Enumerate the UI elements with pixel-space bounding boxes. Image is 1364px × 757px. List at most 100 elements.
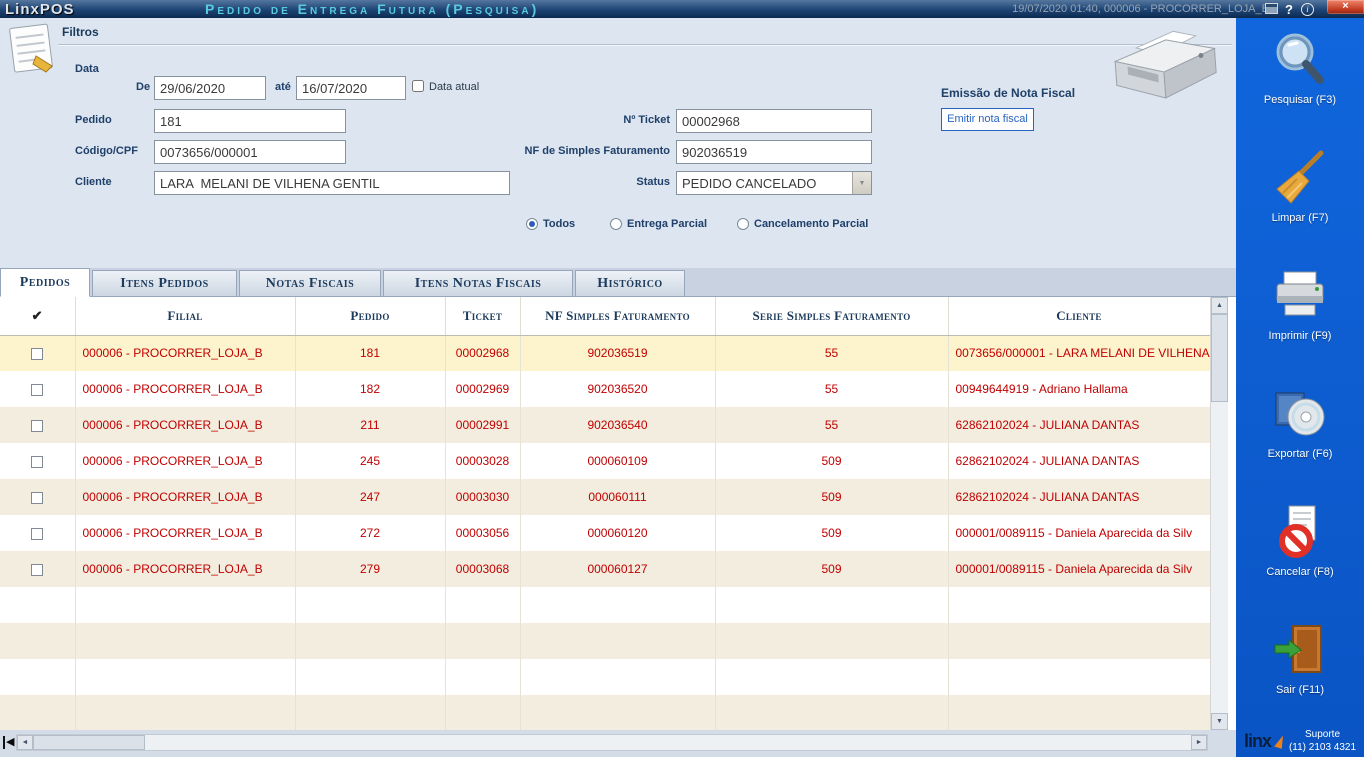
tab-pedidos[interactable]: Pedidos — [0, 268, 90, 297]
cell-cliente: 62862102024 - JULIANA DANTAS — [948, 407, 1210, 443]
row-checkbox[interactable] — [31, 348, 43, 360]
row-checkbox[interactable] — [31, 384, 43, 396]
date-to-input[interactable] — [296, 76, 406, 100]
cell-pedido: 211 — [295, 407, 445, 443]
search-icon — [1271, 31, 1329, 89]
pedido-input[interactable] — [154, 109, 346, 133]
radio-cancelamento-parcial[interactable] — [737, 218, 749, 230]
action-sidebar: Pesquisar (F3) Limpar (F7) Imprimir (F9) — [1236, 18, 1364, 757]
pesquisar-button[interactable]: Pesquisar (F3) — [1236, 18, 1364, 136]
cell-nf — [520, 695, 715, 730]
cell-pedido: 245 — [295, 443, 445, 479]
data-label: Data — [75, 63, 99, 75]
radio-cancelamento-parcial-label: Cancelamento Parcial — [754, 218, 868, 230]
vertical-scrollbar[interactable]: ▲ ▼ — [1210, 297, 1228, 730]
row-checkbox[interactable] — [31, 528, 43, 540]
cell-pedido — [295, 587, 445, 623]
vertical-scrollbar-thumb[interactable] — [1211, 314, 1228, 402]
emitir-nota-fiscal-button[interactable]: Emitir nota fiscal — [941, 108, 1034, 131]
first-record-icon[interactable]: ◀ — [3, 736, 14, 749]
imprimir-button[interactable]: Imprimir (F9) — [1236, 254, 1364, 372]
cell-cliente — [948, 695, 1210, 730]
radio-entrega-parcial-label: Entrega Parcial — [627, 218, 707, 230]
cell-serie: 509 — [715, 443, 948, 479]
column-header-nf[interactable]: NF Simples Faturamento — [520, 297, 715, 335]
column-header-serie[interactable]: Serie Simples Faturamento — [715, 297, 948, 335]
column-header-check[interactable]: ✔ — [0, 297, 75, 335]
cell-ticket — [445, 695, 520, 730]
scroll-up-icon[interactable]: ▲ — [1211, 297, 1228, 314]
cell-cliente — [948, 623, 1210, 659]
data-atual-checkbox[interactable] — [412, 80, 424, 92]
table-row[interactable]: 000006 - PROCORRER_LOJA_B247000030300000… — [0, 479, 1210, 515]
limpar-button[interactable]: Limpar (F7) — [1236, 136, 1364, 254]
cell-serie: 55 — [715, 407, 948, 443]
exit-door-icon — [1271, 621, 1329, 679]
limpar-label: Limpar (F7) — [1272, 212, 1329, 224]
linxpos-window: LinxPOS Pedido de Entrega Futura (Pesqui… — [0, 0, 1364, 757]
nf-simples-input[interactable] — [676, 140, 872, 164]
cell-serie: 509 — [715, 551, 948, 587]
table-row[interactable]: 000006 - PROCORRER_LOJA_B182000029699020… — [0, 371, 1210, 407]
support-phone: (11) 2103 4321 — [1289, 741, 1356, 754]
table-header-row: ✔ Filial Pedido Ticket NF Simples Fatura… — [0, 297, 1210, 335]
horizontal-scrollbar-track[interactable] — [145, 735, 1191, 750]
column-header-filial[interactable]: Filial — [75, 297, 295, 335]
empty-row — [0, 623, 1210, 659]
horizontal-scrollbar[interactable]: ◄ ► — [16, 734, 1208, 751]
cliente-input[interactable] — [154, 171, 510, 195]
cell-cliente: 000001/0089115 - Daniela Aparecida da Si… — [948, 551, 1210, 587]
exportar-button[interactable]: Exportar (F6) — [1236, 372, 1364, 490]
date-from-input[interactable] — [154, 76, 266, 100]
cell-ticket — [445, 623, 520, 659]
radio-todos[interactable] — [526, 218, 538, 230]
tab-notas-fiscais[interactable]: Notas Fiscais — [239, 270, 381, 296]
help-icon[interactable]: ? — [1285, 2, 1293, 17]
ticket-input[interactable] — [676, 109, 872, 133]
close-button[interactable]: × — [1327, 0, 1364, 14]
cancel-icon — [1271, 503, 1329, 561]
status-dropdown[interactable]: PEDIDO CANCELADO ▼ — [676, 171, 872, 195]
cell-filial — [75, 695, 295, 730]
table-row[interactable]: 000006 - PROCORRER_LOJA_B245000030280000… — [0, 443, 1210, 479]
table-row[interactable]: 000006 - PROCORRER_LOJA_B279000030680000… — [0, 551, 1210, 587]
table-row[interactable]: 000006 - PROCORRER_LOJA_B181000029689020… — [0, 335, 1210, 371]
scroll-down-icon[interactable]: ▼ — [1211, 713, 1228, 730]
tab-itens-pedidos[interactable]: Itens Pedidos — [92, 270, 237, 296]
row-checkbox[interactable] — [31, 456, 43, 468]
cancelar-button[interactable]: Cancelar (F8) — [1236, 490, 1364, 608]
codigo-cpf-input[interactable] — [154, 140, 346, 164]
column-header-pedido[interactable]: Pedido — [295, 297, 445, 335]
horizontal-scrollbar-thumb[interactable] — [33, 735, 145, 750]
row-checkbox[interactable] — [31, 564, 43, 576]
support-footer: linx Suporte (11) 2103 4321 — [1236, 728, 1364, 754]
row-checkbox[interactable] — [31, 420, 43, 432]
cell-cliente: 000001/0089115 - Daniela Aparecida da Si… — [948, 515, 1210, 551]
scroll-right-icon[interactable]: ► — [1191, 735, 1207, 750]
status-label: Status — [540, 176, 670, 188]
cell-filial — [75, 587, 295, 623]
cell-filial: 000006 - PROCORRER_LOJA_B — [75, 443, 295, 479]
titlebar: LinxPOS Pedido de Entrega Futura (Pesqui… — [0, 0, 1364, 18]
export-cd-icon — [1271, 385, 1329, 443]
bottom-bar: ◀ ◄ ► — [0, 730, 1236, 757]
radio-entrega-parcial[interactable] — [610, 218, 622, 230]
sair-button[interactable]: Sair (F11) — [1236, 608, 1364, 726]
tab-itens-notas-fiscais[interactable]: Itens Notas Fiscais — [383, 270, 573, 296]
tab-historico[interactable]: Histórico — [575, 270, 685, 296]
scroll-left-icon[interactable]: ◄ — [17, 735, 33, 750]
column-header-cliente[interactable]: Cliente — [948, 297, 1210, 335]
radio-todos-label: Todos — [543, 218, 575, 230]
table-row[interactable]: 000006 - PROCORRER_LOJA_B211000029919020… — [0, 407, 1210, 443]
info-icon[interactable]: i — [1301, 3, 1314, 16]
column-header-ticket[interactable]: Ticket — [445, 297, 520, 335]
cell-filial: 000006 - PROCORRER_LOJA_B — [75, 479, 295, 515]
nf-simples-label: NF de Simples Faturamento — [480, 145, 670, 157]
chevron-down-icon[interactable]: ▼ — [852, 172, 871, 194]
row-checkbox[interactable] — [31, 492, 43, 504]
cell-serie: 509 — [715, 515, 948, 551]
cell-nf — [520, 659, 715, 695]
table-row[interactable]: 000006 - PROCORRER_LOJA_B272000030560000… — [0, 515, 1210, 551]
window-restore-icon[interactable] — [1265, 3, 1278, 14]
pesquisar-label: Pesquisar (F3) — [1264, 94, 1336, 106]
